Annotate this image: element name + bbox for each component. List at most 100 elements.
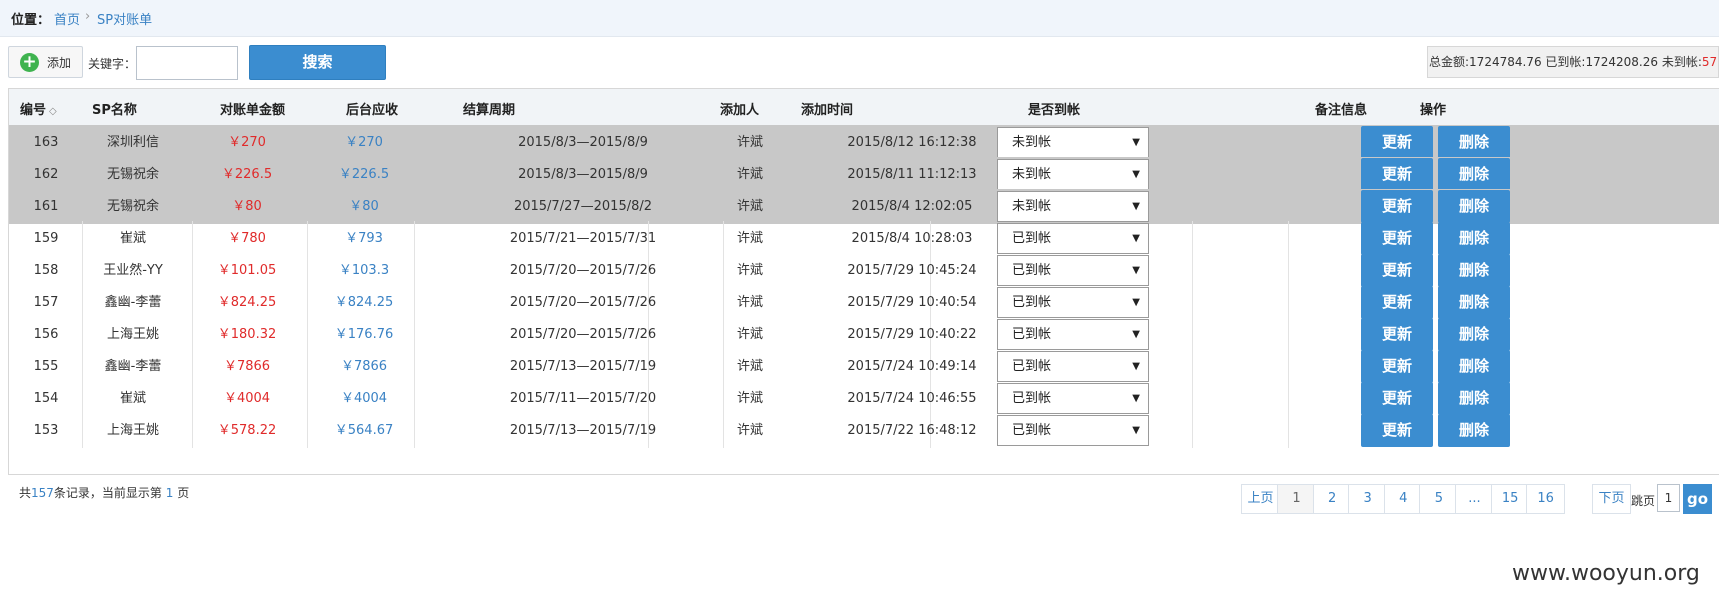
received-status-select[interactable]: 未到帐 ▼ — [997, 191, 1149, 222]
received-status-select[interactable]: 已到帐 ▼ — [997, 383, 1149, 414]
cell-add-time: 2015/7/22 16:48:12 — [847, 423, 977, 438]
update-button[interactable]: 更新 — [1361, 414, 1433, 447]
header-id[interactable]: 编号 ◇ — [20, 99, 57, 118]
next-page-button[interactable]: 下页 — [1592, 484, 1631, 514]
page-number-button[interactable]: 16 — [1526, 484, 1566, 514]
cell-add-time: 2015/7/24 10:49:14 — [847, 359, 977, 374]
received-status-select[interactable]: 已到帐 ▼ — [997, 351, 1149, 382]
table-row: 155 鑫幽-李蕾 ￥7866 ￥7866 2015/7/13—2015/7/19 许斌 2… — [9, 349, 1719, 384]
received-status-select[interactable]: 未到帐 ▼ — [997, 159, 1149, 190]
go-button[interactable]: go — [1683, 484, 1712, 514]
cell-backend-receivable: ￥7866 — [340, 359, 388, 374]
watermark: www.wooyun.org — [1512, 561, 1700, 586]
column-divider — [1192, 253, 1193, 288]
search-button[interactable]: 搜索 — [249, 45, 386, 80]
delete-button[interactable]: 删除 — [1438, 126, 1510, 159]
table-row: 159 崔斌 ￥780 ￥793 2015/7/21—2015/7/31 许斌 2015/8… — [9, 221, 1719, 256]
record-count-prefix: 共 — [19, 486, 32, 500]
received-status-select[interactable]: 已到帐 ▼ — [997, 415, 1149, 446]
page-number-button[interactable]: 5 — [1419, 484, 1459, 514]
update-button[interactable]: 更新 — [1361, 350, 1433, 383]
cell-add-time: 2015/7/29 10:40:22 — [847, 327, 977, 342]
column-divider — [1192, 285, 1193, 320]
dropdown-arrow-icon: ▼ — [1132, 137, 1140, 148]
page-number-button[interactable]: 15 — [1490, 484, 1530, 514]
table-row: 158 王业然-YY ￥101.05 ￥103.3 2015/7/20—2015/7/2… — [9, 253, 1719, 288]
update-button[interactable]: 更新 — [1361, 318, 1433, 351]
update-button[interactable]: 更新 — [1361, 222, 1433, 255]
delete-button[interactable]: 删除 — [1438, 222, 1510, 255]
cell-add-time: 2015/7/24 10:46:55 — [847, 391, 977, 406]
cell-add-time: 2015/8/4 10:28:03 — [851, 231, 973, 246]
header-remarks: 备注信息 — [1315, 103, 1368, 118]
update-button[interactable]: 更新 — [1361, 382, 1433, 415]
table-row: 161 无锡祝余 ￥80 ￥80 2015/7/27—2015/8/2 许斌 2015/8/… — [9, 189, 1719, 224]
record-count-value: 157 — [31, 486, 54, 500]
cell-add-time: 2015/7/29 10:45:24 — [847, 263, 977, 278]
page-ellipsis: ... — [1455, 484, 1494, 514]
received-status-select[interactable]: 已到帐 ▼ — [997, 287, 1149, 318]
record-count: 共157条记录，当前显示第 1 页 — [19, 484, 189, 501]
delete-button[interactable]: 删除 — [1438, 382, 1510, 415]
location-bar: 位置： 首页 › SP对账单 — [0, 0, 1719, 37]
cell-backend-receivable: ￥4004 — [340, 391, 388, 406]
update-button[interactable]: 更新 — [1361, 286, 1433, 319]
page-number-button[interactable]: 2 — [1312, 484, 1352, 514]
header-sp-name: SP名称 — [92, 103, 137, 118]
page-number-button[interactable]: 4 — [1383, 484, 1423, 514]
column-divider — [1192, 381, 1193, 416]
dropdown-arrow-icon: ▼ — [1132, 233, 1140, 244]
update-button[interactable]: 更新 — [1361, 158, 1433, 191]
header-actions: 操作 — [1420, 103, 1447, 118]
cell-backend-receivable: ￥176.76 — [334, 327, 394, 342]
header-period: 结算周期 — [463, 103, 516, 118]
breadcrumb-home[interactable]: 首页 — [54, 9, 80, 28]
sort-icon[interactable]: ◇ — [49, 106, 57, 117]
delete-button[interactable]: 删除 — [1438, 158, 1510, 191]
delete-button[interactable]: 删除 — [1438, 254, 1510, 287]
page-number-button[interactable]: 1 — [1277, 484, 1316, 514]
update-button[interactable]: 更新 — [1361, 254, 1433, 287]
cell-add-time: 2015/8/11 11:12:13 — [847, 167, 977, 182]
statement-table: 编号 ◇ SP名称 对账单金额 后台应收 结算周期 添加人 添加时间 是否到帐 备… — [8, 88, 1719, 475]
header-bill-amount: 对账单金额 — [220, 103, 286, 118]
received-status-select[interactable]: 已到帐 ▼ — [997, 319, 1149, 350]
page-number-button[interactable]: 3 — [1348, 484, 1388, 514]
table-row: 154 崔斌 ￥4004 ￥4004 2015/7/11—2015/7/20 许斌 2015… — [9, 381, 1719, 416]
delete-button[interactable]: 删除 — [1438, 318, 1510, 351]
update-button[interactable]: 更新 — [1361, 190, 1433, 223]
dropdown-arrow-icon: ▼ — [1132, 201, 1140, 212]
received-status-value: 已到帐 — [1012, 359, 1052, 374]
header-received: 是否到帐 — [1028, 103, 1081, 118]
dropdown-arrow-icon: ▼ — [1132, 425, 1140, 436]
received-status-select[interactable]: 已到帐 ▼ — [997, 255, 1149, 286]
received-status-value: 已到帐 — [1012, 295, 1052, 310]
received-status-select[interactable]: 未到帐 ▼ — [997, 127, 1149, 158]
table-row: 163 深圳利信 ￥270 ￥270 2015/8/3—2015/8/9 许斌 2015/8… — [9, 125, 1719, 160]
received-label: 已到帐: — [1545, 55, 1586, 69]
add-button[interactable]: + 添加 — [8, 46, 83, 78]
delete-button[interactable]: 删除 — [1438, 350, 1510, 383]
cell-backend-receivable: ￥824.25 — [334, 295, 394, 310]
total-label: 总金额: — [1429, 55, 1470, 69]
jump-page-input[interactable]: 1 — [1657, 484, 1680, 512]
cell-backend-receivable: ￥80 — [349, 199, 379, 214]
received-status-value: 已到帐 — [1012, 263, 1052, 278]
update-button[interactable]: 更新 — [1361, 126, 1433, 159]
received-status-select[interactable]: 已到帐 ▼ — [997, 223, 1149, 254]
delete-button[interactable]: 删除 — [1438, 286, 1510, 319]
delete-button[interactable]: 删除 — [1438, 190, 1510, 223]
cell-add-time: 2015/8/12 16:12:38 — [847, 135, 977, 150]
prev-page-button[interactable]: 上页 — [1241, 484, 1280, 514]
dropdown-arrow-icon: ▼ — [1132, 169, 1140, 180]
unreceived-value: 576.5 — [1701, 55, 1718, 69]
breadcrumb-separator: › — [85, 9, 91, 24]
delete-button[interactable]: 删除 — [1438, 414, 1510, 447]
received-status-value: 未到帐 — [1012, 135, 1052, 150]
keyword-input[interactable] — [136, 46, 238, 80]
add-button-label: 添加 — [47, 56, 72, 70]
header-backend-receivable: 后台应收 — [346, 103, 399, 118]
total-value: 1724784.76 — [1469, 55, 1542, 69]
table-row: 153 上海王姚 ￥578.22 ￥564.67 2015/7/13—2015/7/19… — [9, 413, 1719, 448]
jump-label: 跳页 — [1631, 494, 1656, 508]
